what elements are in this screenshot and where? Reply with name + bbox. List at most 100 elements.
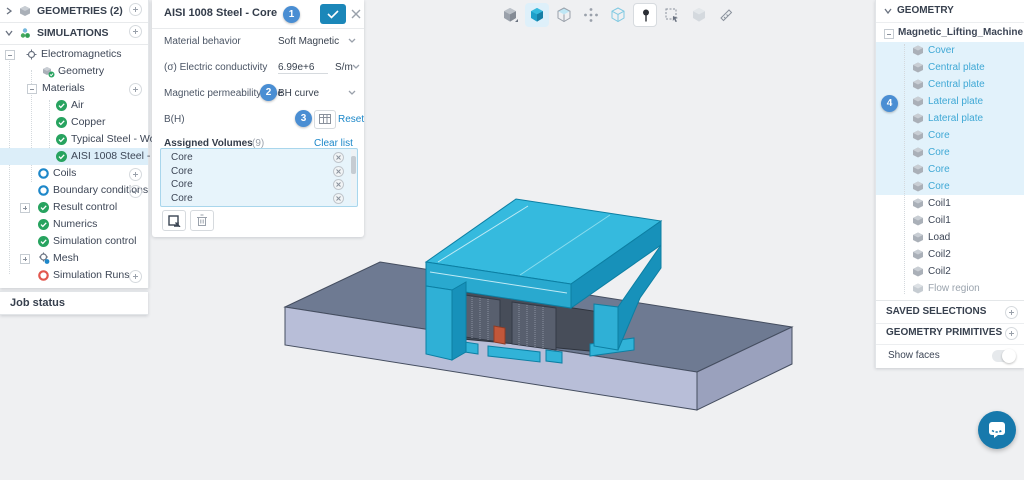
geometries-section[interactable]: GEOMETRIES (2) <box>0 0 148 23</box>
box-select-icon[interactable] <box>660 3 684 27</box>
collapse-expander[interactable] <box>27 84 37 94</box>
material-behavior-select[interactable]: Soft Magnetic <box>278 36 339 47</box>
geometries-label: GEOMETRIES (2) <box>37 0 123 22</box>
transparent-cube-view-icon[interactable] <box>552 3 576 27</box>
geometry-root-item[interactable]: Magnetic_Lifting_Machine ... <box>876 24 1024 42</box>
geometry-item-core[interactable]: Core <box>876 178 1024 195</box>
tree-item-typical-steel[interactable]: Typical Steel - Work... <box>0 131 148 148</box>
ghost-cube-icon[interactable] <box>687 3 711 27</box>
remove-volume-button[interactable] <box>333 166 344 177</box>
geometry-item-central-plate[interactable]: Central plate <box>876 59 1024 76</box>
shaded-cube-view-icon[interactable] <box>525 3 549 27</box>
conductivity-row: (σ) Electric conductivity 6.99e+6 S/m <box>152 54 364 80</box>
check-circle-icon <box>38 219 49 230</box>
exploded-view-icon[interactable] <box>579 3 603 27</box>
remove-volume-button[interactable] <box>333 193 344 204</box>
chevron-right-icon <box>6 7 12 15</box>
geometry-item-central-plate[interactable]: Central plate <box>876 76 1024 93</box>
check-circle-icon <box>56 151 67 162</box>
volume-row[interactable]: Core <box>162 192 348 205</box>
tree-item-simulation-runs[interactable]: Simulation Runs <box>0 267 148 284</box>
show-faces-toggle[interactable] <box>992 350 1016 362</box>
geometry-item-flow-region[interactable]: Flow region <box>876 280 1024 297</box>
mesh-icon <box>38 252 50 264</box>
geometry-item-core[interactable]: Core <box>876 161 1024 178</box>
tree-item-electromagnetics[interactable]: Electromagnetics <box>0 46 148 63</box>
reset-link[interactable]: Reset <box>338 114 364 125</box>
saved-selections-header[interactable]: SAVED SELECTIONS <box>876 300 1024 324</box>
tree-item-copper[interactable]: Copper <box>0 114 148 131</box>
add-coil-button[interactable] <box>129 168 142 181</box>
expand-expander[interactable] <box>20 203 30 213</box>
coil-plate-2 <box>494 326 505 344</box>
job-status-bar[interactable]: Job status <box>0 291 148 315</box>
add-primitive-button[interactable] <box>1005 327 1018 340</box>
chevron-down-icon[interactable] <box>352 64 360 69</box>
geometry-item-core[interactable]: Core <box>876 127 1024 144</box>
tree-item-coils[interactable]: Coils <box>0 165 148 182</box>
remove-volume-button[interactable] <box>333 152 344 163</box>
add-saved-selection-button[interactable] <box>1005 306 1018 319</box>
permeability-select[interactable]: BH curve <box>278 88 319 99</box>
geometry-item-cover[interactable]: Cover <box>876 42 1024 59</box>
chat-support-button[interactable] <box>978 411 1016 449</box>
add-material-button[interactable] <box>129 83 142 96</box>
geometry-item-coil2[interactable]: Coil2 <box>876 246 1024 263</box>
geometry-primitives-header[interactable]: GEOMETRY PRIMITIVES <box>876 322 1024 345</box>
check-icon <box>327 10 339 19</box>
volume-row[interactable]: Core <box>162 151 348 164</box>
measure-tool-icon[interactable] <box>714 3 738 27</box>
tree-item-boundary-conditions[interactable]: Boundary conditions <box>0 182 148 199</box>
add-simulation-button[interactable] <box>129 25 142 38</box>
empty-circle-icon <box>38 185 49 196</box>
list-scrollbar[interactable] <box>351 150 356 203</box>
collapse-expander[interactable] <box>5 50 15 60</box>
assign-volume-icon <box>167 214 181 227</box>
delete-material-button[interactable] <box>190 210 214 231</box>
add-boundary-button[interactable] <box>129 185 142 198</box>
add-geometry-button[interactable] <box>129 3 142 16</box>
tree-item-simulation-control[interactable]: Simulation control <box>0 233 148 250</box>
check-circle-icon <box>56 134 67 145</box>
add-run-button[interactable] <box>129 270 142 283</box>
bh-table-button[interactable] <box>314 110 336 129</box>
wireframe-cube-view-icon[interactable] <box>606 3 630 27</box>
assigned-volumes-list[interactable]: Core Core Core Core <box>160 148 358 207</box>
geometry-item-load[interactable]: Load <box>876 229 1024 246</box>
geometry-item-lateral-plate[interactable]: Lateral plate <box>876 110 1024 127</box>
solid-cube-view-icon[interactable] <box>498 3 522 27</box>
tree-item-geometry[interactable]: Geometry <box>0 63 148 80</box>
assigned-volumes-header: Assigned Volumes (9) Clear list <box>152 130 364 148</box>
expand-expander[interactable] <box>20 254 30 264</box>
volume-row[interactable]: Core <box>162 178 348 191</box>
tree-item-air[interactable]: Air <box>0 97 148 114</box>
assign-volume-button[interactable] <box>162 210 186 231</box>
bh-curve-row: B(H) Reset <box>152 106 364 132</box>
simulations-section[interactable]: SIMULATIONS <box>0 22 148 45</box>
simulations-label: SIMULATIONS <box>37 22 109 44</box>
tree-item-aisi-steel-selected[interactable]: AISI 1008 Steel - Core <box>0 148 148 165</box>
geometry-section-header[interactable]: GEOMETRY <box>876 0 1024 23</box>
chevron-down-icon[interactable] <box>348 38 356 43</box>
geometry-item-coil1[interactable]: Coil1 <box>876 212 1024 229</box>
conductivity-unit-select[interactable]: S/m <box>335 62 353 73</box>
confirm-button[interactable] <box>320 4 346 24</box>
conductivity-input[interactable]: 6.99e+6 <box>278 62 328 74</box>
geometry-item-coil1[interactable]: Coil1 <box>876 195 1024 212</box>
probe-pin-icon[interactable] <box>633 3 657 27</box>
volume-row[interactable]: Core <box>162 165 348 178</box>
close-button[interactable] <box>349 4 363 24</box>
tree-item-materials[interactable]: Materials <box>0 80 148 97</box>
tree-item-numerics[interactable]: Numerics <box>0 216 148 233</box>
chevron-down-icon[interactable] <box>348 90 356 95</box>
tree-item-mesh[interactable]: Mesh <box>0 250 148 267</box>
tree-item-result-control[interactable]: Result control <box>0 199 148 216</box>
geometry-item-coil2[interactable]: Coil2 <box>876 263 1024 280</box>
collapse-expander[interactable] <box>884 29 894 39</box>
panel-title: AISI 1008 Steel - Core <box>164 7 277 19</box>
geometry-item-core[interactable]: Core <box>876 144 1024 161</box>
remove-volume-button[interactable] <box>333 179 344 190</box>
chevron-down-icon <box>884 8 892 14</box>
geometry-item-lateral-plate[interactable]: Lateral plate <box>876 93 1024 110</box>
check-circle-icon <box>56 117 67 128</box>
